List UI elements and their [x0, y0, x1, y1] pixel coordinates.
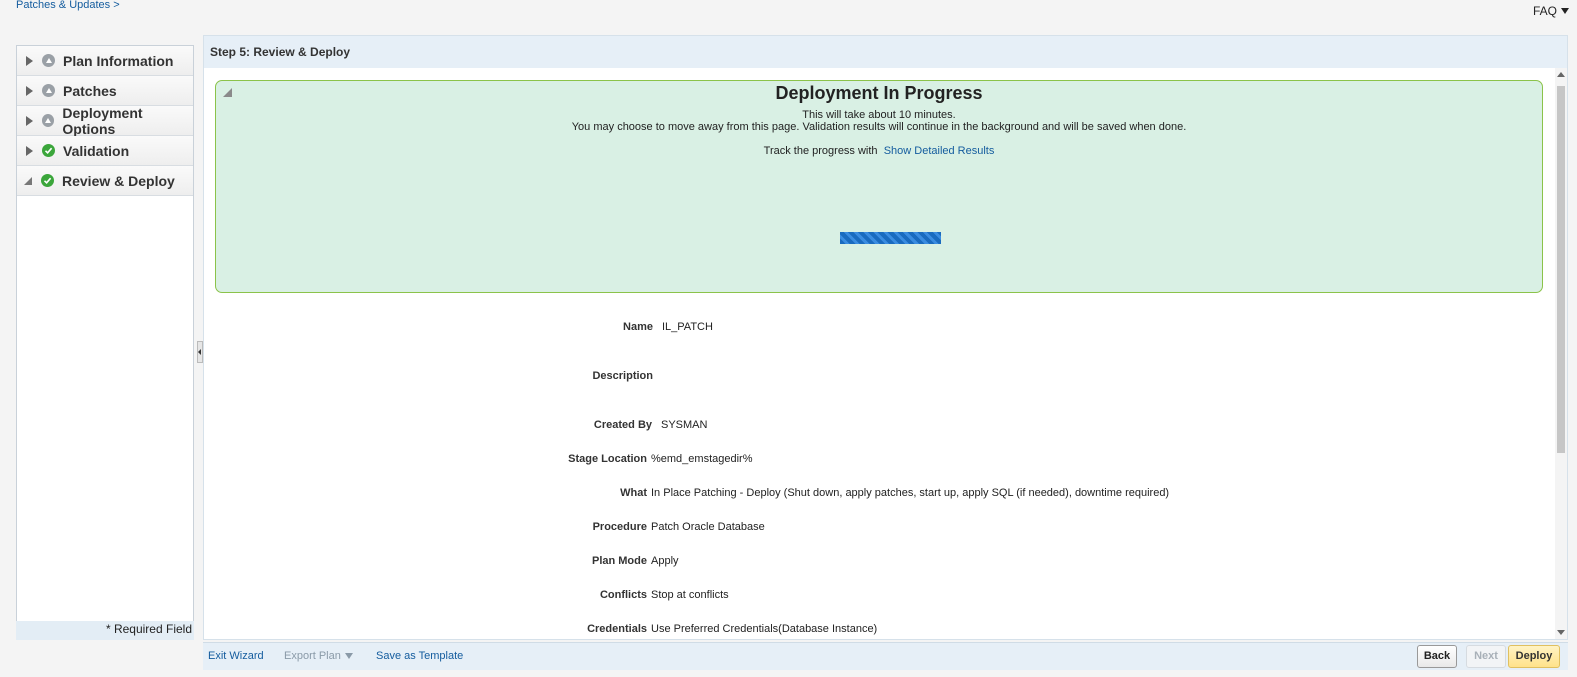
main-panel: Step 5: Review & Deploy Deployment In Pr…	[203, 35, 1568, 640]
credentials-label: Credentials	[587, 623, 647, 635]
check-circle-icon	[41, 174, 54, 187]
nav-item-label: Plan Information	[63, 52, 174, 69]
track-progress-row: Track the progress with Show Detailed Re…	[216, 145, 1542, 157]
expand-triangle-icon[interactable]	[26, 115, 33, 126]
nav-item-label: Patches	[63, 82, 117, 99]
nav-item-review-deploy[interactable]: Review & Deploy	[17, 166, 193, 196]
procedure-value: Patch Oracle Database	[651, 521, 765, 533]
faq-label: FAQ	[1532, 4, 1557, 18]
next-button[interactable]: Next	[1466, 645, 1506, 668]
name-value: IL_PATCH	[662, 321, 713, 333]
wizard-train-nav: Plan Information Patches Deployment Opti…	[16, 45, 194, 640]
save-as-template-link[interactable]: Save as Template	[376, 650, 463, 662]
conflicts-label: Conflicts	[599, 589, 647, 601]
deployment-progress-box: Deployment In Progress This will take ab…	[215, 80, 1543, 293]
required-field-note: * Required Field	[16, 621, 194, 640]
description-label: Description	[592, 370, 653, 382]
chevron-down-icon	[1561, 8, 1569, 14]
nav-item-label: Validation	[63, 142, 130, 159]
name-label: Name	[623, 321, 653, 333]
show-detailed-results-link[interactable]: Show Detailed Results	[884, 145, 995, 157]
nav-item-label: Deployment Options	[62, 104, 143, 137]
nav-item-plan-information[interactable]: Plan Information	[17, 46, 193, 76]
deploy-button[interactable]: Deploy	[1508, 645, 1560, 668]
breadcrumb-link[interactable]: Patches & Updates >	[16, 0, 120, 11]
export-plan-label: Export Plan	[284, 650, 341, 662]
vertical-scrollbar[interactable]	[1555, 68, 1567, 639]
what-label: What	[620, 487, 647, 499]
exit-wizard-link[interactable]: Exit Wizard	[208, 650, 264, 662]
progress-duration-text: This will take about 10 minutes.	[802, 109, 956, 121]
wizard-footer: Exit Wizard Export Plan Save as Template…	[203, 642, 1568, 670]
expand-triangle-icon[interactable]	[26, 55, 33, 66]
progress-bar	[840, 232, 941, 244]
procedure-label: Procedure	[592, 521, 647, 533]
export-plan-menu[interactable]: Export Plan	[284, 650, 353, 662]
plan-mode-value: Apply	[651, 555, 679, 567]
scrollbar-thumb[interactable]	[1557, 86, 1565, 453]
credentials-value: Use Preferred Credentials(Database Insta…	[651, 623, 878, 635]
nav-item-label: Review & Deploy	[62, 172, 175, 189]
plan-mode-label: Plan Mode	[591, 555, 647, 567]
created-by-value: SYSMAN	[661, 419, 708, 431]
nav-item-patches[interactable]: Patches	[17, 76, 193, 106]
nav-item-deployment-options[interactable]: Deployment Options	[17, 104, 193, 137]
progress-info-text: You may choose to move away from this pa…	[571, 121, 1187, 133]
chevron-down-icon	[344, 653, 353, 659]
step-title: Step 5: Review & Deploy	[204, 36, 1567, 68]
collapse-triangle-icon[interactable]	[24, 176, 32, 185]
collapse-corner-icon[interactable]	[223, 88, 232, 97]
faq-menu[interactable]: FAQ	[1533, 4, 1569, 18]
check-circle-icon	[42, 144, 55, 157]
track-progress-text: Track the progress with	[763, 145, 878, 157]
stage-location-value: %emd_emstagedir%	[651, 453, 753, 465]
expand-triangle-icon[interactable]	[26, 145, 33, 156]
back-button[interactable]: Back	[1417, 645, 1457, 668]
nav-item-validation[interactable]: Validation	[17, 136, 193, 166]
step-pending-icon	[42, 114, 55, 127]
scroll-down-icon[interactable]	[1557, 630, 1565, 635]
scroll-up-icon[interactable]	[1557, 72, 1565, 77]
step-pending-icon	[42, 84, 55, 97]
progress-title: Deployment In Progress	[775, 83, 983, 103]
step-pending-icon	[42, 54, 55, 67]
stage-location-label: Stage Location	[568, 453, 647, 465]
created-by-label: Created By	[593, 419, 652, 431]
what-value: In Place Patching - Deploy (Shut down, a…	[651, 487, 1170, 499]
expand-triangle-icon[interactable]	[26, 85, 33, 96]
conflicts-value: Stop at conflicts	[651, 589, 729, 601]
